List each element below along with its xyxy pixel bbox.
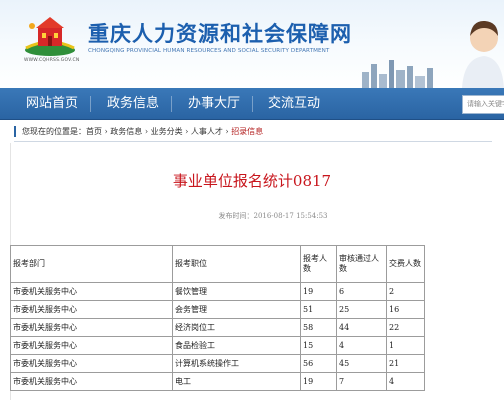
nav-item-home[interactable]: 网站首页 xyxy=(26,88,78,120)
person-photo xyxy=(462,20,504,88)
cell-applicants: 56 xyxy=(300,354,337,373)
cell-applicants: 19 xyxy=(300,372,337,391)
breadcrumb-link-government-info[interactable]: 政务信息 xyxy=(110,127,142,136)
breadcrumb-link-home[interactable]: 首页 xyxy=(86,127,102,136)
table-row: 市委机关服务中心 食品检验工 15 4 1 xyxy=(10,336,425,355)
site-header: WWW.CQHRSS.GOV.CN 重庆人力资源和社会保障网 CHONGQING… xyxy=(0,0,504,88)
col-header-position: 报考职位 xyxy=(172,245,301,283)
table-header-row: 报考部门 报考职位 报考人数 审核通过人数 交费人数 xyxy=(10,245,425,283)
cell-department: 市委机关服务中心 xyxy=(10,336,173,355)
cell-approved: 45 xyxy=(336,354,387,373)
cell-applicants: 51 xyxy=(300,300,337,319)
cell-paid: 2 xyxy=(386,282,425,301)
nav-item-service-hall[interactable]: 办事大厅 xyxy=(188,88,240,120)
cell-department: 市委机关服务中心 xyxy=(10,354,173,373)
cell-position: 经济岗位工 xyxy=(172,318,301,337)
nav-divider xyxy=(252,96,253,112)
table-row: 市委机关服务中心 计算机系统操作工 56 45 21 xyxy=(10,354,425,373)
cell-paid: 22 xyxy=(386,318,425,337)
col-header-applicants: 报考人数 xyxy=(300,245,337,283)
cell-position: 计算机系统操作工 xyxy=(172,354,301,373)
breadcrumb-separator: › xyxy=(182,127,191,136)
table-row: 市委机关服务中心 电工 19 7 4 xyxy=(10,372,425,391)
cell-position: 会务管理 xyxy=(172,300,301,319)
cell-approved: 25 xyxy=(336,300,387,319)
main-nav: 网站首页 政务信息 办事大厅 交流互动 xyxy=(0,88,504,120)
table-row: 市委机关服务中心 经济岗位工 58 44 22 xyxy=(10,318,425,337)
breadcrumb: 您现在的位置是：首页 › 政务信息 › 业务分类 › 人事人才 › 招录信息 xyxy=(14,123,492,141)
cell-approved: 44 xyxy=(336,318,387,337)
site-domain: WWW.CQHRSS.GOV.CN xyxy=(24,58,80,63)
cell-paid: 1 xyxy=(386,336,425,355)
table-row: 市委机关服务中心 会务管理 51 25 16 xyxy=(10,300,425,319)
breadcrumb-separator: › xyxy=(142,127,151,136)
cell-approved: 6 xyxy=(336,282,387,301)
article-title: 事业单位报名统计0817 xyxy=(172,172,332,190)
breadcrumb-link-business-category[interactable]: 业务分类 xyxy=(151,127,183,136)
cell-applicants: 15 xyxy=(300,336,337,355)
cell-department: 市委机关服务中心 xyxy=(10,372,173,391)
col-header-approved: 审核通过人数 xyxy=(336,245,387,283)
cell-paid: 16 xyxy=(386,300,425,319)
cell-department: 市委机关服务中心 xyxy=(10,282,173,301)
breadcrumb-separator: › xyxy=(222,127,232,136)
cell-applicants: 58 xyxy=(300,318,337,337)
cell-department: 市委机关服务中心 xyxy=(10,318,173,337)
cell-applicants: 19 xyxy=(300,282,337,301)
site-subtitle: CHONGQING PROVINCIAL HUMAN RESOURCES AND… xyxy=(88,48,330,54)
site-title: 重庆人力资源和社会保障网 xyxy=(88,22,352,46)
cell-position: 电工 xyxy=(172,372,301,391)
nav-item-government-info[interactable]: 政务信息 xyxy=(107,88,159,120)
cell-approved: 7 xyxy=(336,372,387,391)
stats-table: 报考部门 报考职位 报考人数 审核通过人数 交费人数 市委机关服务中心 餐饮管理… xyxy=(10,245,425,391)
nav-divider xyxy=(90,96,91,112)
nav-divider xyxy=(171,96,172,112)
breadcrumb-link-personnel[interactable]: 人事人才 xyxy=(191,127,223,136)
table-row: 市委机关服务中心 餐饮管理 19 6 2 xyxy=(10,282,425,301)
article-publish-time: 发布时间：2016-08-17 15:54:53 xyxy=(218,212,328,220)
site-logo[interactable] xyxy=(24,14,76,58)
breadcrumb-prefix: 您现在的位置是： xyxy=(22,127,86,136)
breadcrumb-current[interactable]: 招录信息 xyxy=(231,127,263,136)
breadcrumb-trail: 您现在的位置是：首页 › 政务信息 › 业务分类 › 人事人才 › 招录信息 xyxy=(22,126,263,137)
breadcrumb-divider xyxy=(14,141,492,142)
cell-position: 食品检验工 xyxy=(172,336,301,355)
cell-position: 餐饮管理 xyxy=(172,282,301,301)
cell-paid: 4 xyxy=(386,372,425,391)
cell-approved: 4 xyxy=(336,336,387,355)
nav-item-interaction[interactable]: 交流互动 xyxy=(268,88,320,120)
breadcrumb-marker xyxy=(14,126,16,137)
col-header-paid: 交费人数 xyxy=(386,245,425,283)
skyline-decoration xyxy=(362,60,433,88)
col-header-department: 报考部门 xyxy=(10,245,173,283)
cell-paid: 21 xyxy=(386,354,425,373)
cell-department: 市委机关服务中心 xyxy=(10,300,173,319)
search-input[interactable]: 请输入关键字 xyxy=(462,95,504,114)
